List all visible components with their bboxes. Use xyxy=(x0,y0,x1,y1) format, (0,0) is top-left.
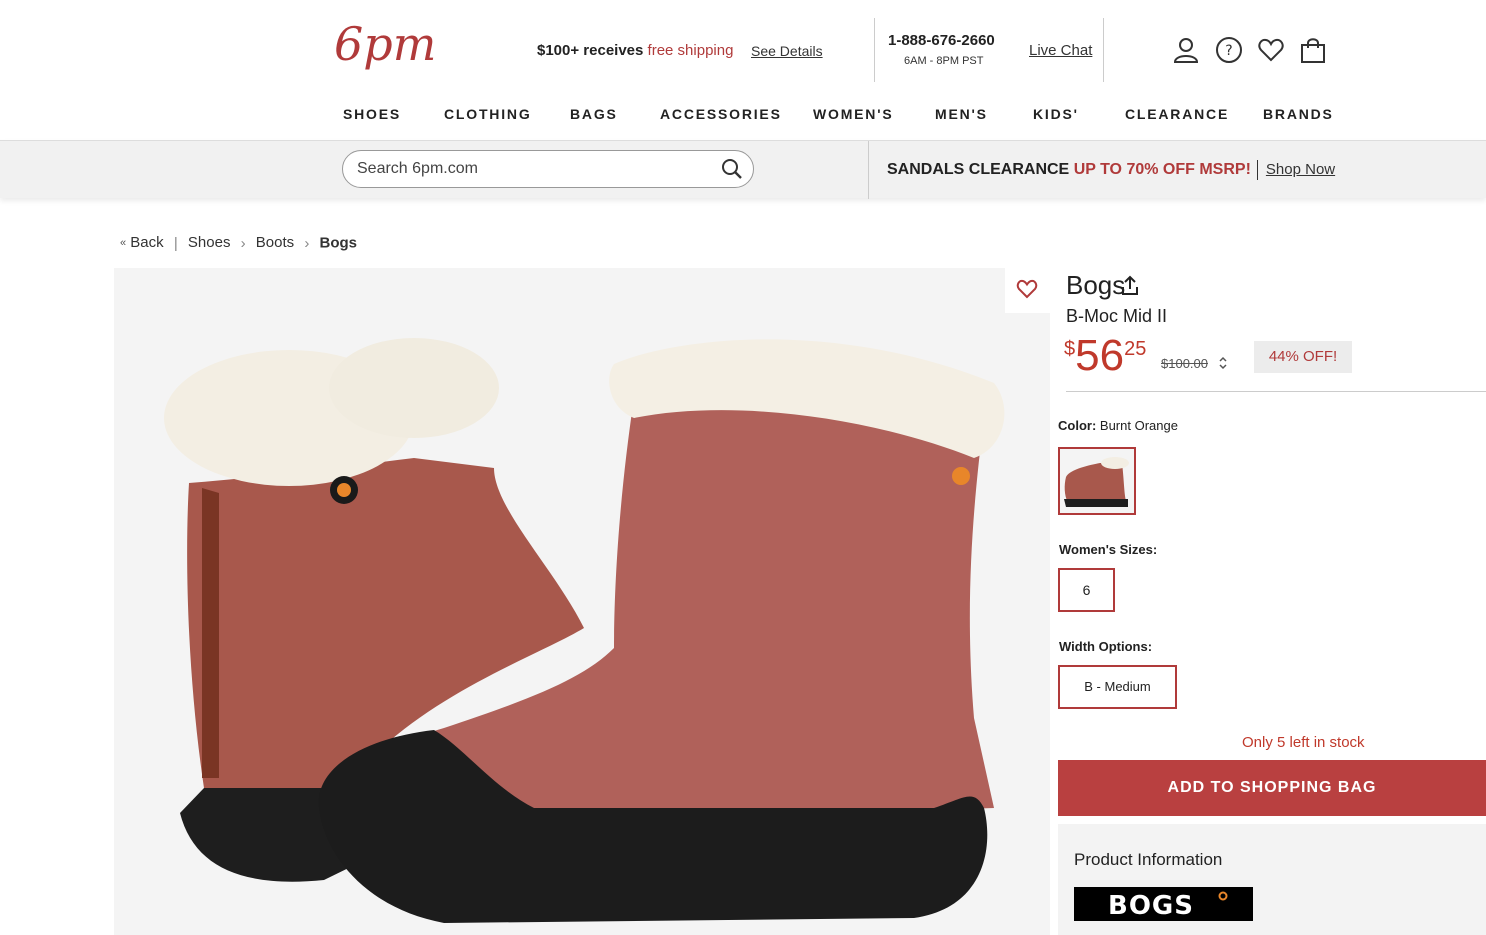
help-icon[interactable]: ? xyxy=(1215,36,1243,64)
breadcrumb-shoes[interactable]: Shoes xyxy=(188,234,231,251)
live-chat-link[interactable]: Live Chat xyxy=(1029,42,1092,59)
product-image[interactable] xyxy=(114,268,1050,935)
nav-brands[interactable]: BRANDS xyxy=(1263,106,1334,122)
price-dollars: 56 xyxy=(1075,331,1125,380)
product-brand[interactable]: Bogs xyxy=(1066,270,1125,301)
promo-label: SANDALS CLEARANCE xyxy=(887,161,1070,179)
swatch-boot-thumbnail xyxy=(1060,449,1134,513)
search-box xyxy=(342,150,754,188)
site-logo[interactable]: 6pm xyxy=(334,16,436,80)
color-label-row: Color: Burnt Orange xyxy=(1058,418,1178,433)
bar-divider xyxy=(868,141,869,199)
back-chevron-icon: « xyxy=(120,237,127,250)
svg-text:?: ? xyxy=(1225,43,1232,59)
add-to-bag-button[interactable]: ADD TO SHOPPING BAG xyxy=(1058,760,1486,816)
chevron-right-icon: › xyxy=(304,234,310,252)
promo-highlight: UP TO 70% OFF MSRP! xyxy=(1073,161,1251,179)
sale-price: $5625 xyxy=(1064,334,1146,378)
price-cents: 25 xyxy=(1124,338,1147,360)
nav-mens[interactable]: MEN'S xyxy=(935,106,988,122)
nav-shoes[interactable]: SHOES xyxy=(343,106,401,122)
color-label: Color: xyxy=(1058,418,1097,433)
size-option-6[interactable]: 6 xyxy=(1058,568,1115,612)
chevron-right-icon: › xyxy=(240,234,246,252)
nav-kids[interactable]: KIDS' xyxy=(1033,106,1079,122)
bag-icon[interactable] xyxy=(1299,36,1327,64)
bogs-logo-text: BOGS xyxy=(1108,891,1194,921)
width-label: Width Options: xyxy=(1059,639,1153,654)
width-option-medium[interactable]: B - Medium xyxy=(1058,665,1177,709)
shipping-threshold: $100+ receives xyxy=(537,42,644,59)
shipping-message: $100+ receives free shipping See Details xyxy=(537,42,823,59)
favorites-icon[interactable] xyxy=(1257,36,1285,64)
original-price: $100.00 xyxy=(1161,356,1208,371)
heart-icon xyxy=(1016,279,1038,299)
nav-bags[interactable]: BAGS xyxy=(570,106,618,122)
product-name: B-Moc Mid II xyxy=(1066,306,1168,326)
breadcrumb-divider: | xyxy=(173,234,178,252)
shop-now-link[interactable]: Shop Now xyxy=(1266,161,1335,178)
header-divider xyxy=(874,18,875,82)
sizes-label: Women's Sizes: xyxy=(1059,542,1158,557)
stock-status: Only 5 left in stock xyxy=(1242,734,1365,751)
promo-banner: SANDALS CLEARANCE UP TO 70% OFF MSRP! Sho… xyxy=(887,160,1335,180)
header-divider xyxy=(1103,18,1104,82)
support-hours: 6AM - 8PM PST xyxy=(904,55,984,67)
bogs-brand-logo[interactable]: BOGS xyxy=(1074,887,1253,921)
product-info-title: Product Information xyxy=(1074,850,1223,869)
nav-accessories[interactable]: ACCESSORIES xyxy=(660,106,782,122)
search-icon[interactable] xyxy=(721,158,743,180)
breadcrumb: « Back | Shoes › Boots › Bogs xyxy=(120,234,357,252)
price-currency: $ xyxy=(1064,338,1076,360)
main-nav: SHOES CLOTHING BAGS ACCESSORIES WOMEN'S … xyxy=(0,106,1486,126)
logo-text: 6pm xyxy=(334,17,436,71)
phone-number[interactable]: 1-888-676-2660 xyxy=(888,32,995,49)
share-icon[interactable] xyxy=(1120,275,1140,297)
price-toggle-icon[interactable] xyxy=(1217,354,1229,372)
account-icon[interactable] xyxy=(1172,36,1200,64)
breadcrumb-back[interactable]: Back xyxy=(130,234,163,251)
color-value: Burnt Orange xyxy=(1099,418,1178,433)
discount-badge: 44% OFF! xyxy=(1254,341,1352,373)
nav-clearance[interactable]: CLEARANCE xyxy=(1125,106,1229,122)
price-divider xyxy=(1066,391,1486,392)
search-promo-bar: SANDALS CLEARANCE UP TO 70% OFF MSRP! Sho… xyxy=(0,140,1486,199)
breadcrumb-boots[interactable]: Boots xyxy=(256,234,294,251)
color-swatch-burnt-orange[interactable] xyxy=(1058,447,1136,515)
product-information-panel: Product Information BOGS xyxy=(1058,824,1486,935)
promo-divider xyxy=(1256,160,1258,180)
see-details-link[interactable]: See Details xyxy=(751,43,823,59)
search-input[interactable] xyxy=(357,159,697,179)
shipping-free-text: free shipping xyxy=(647,42,734,59)
favorite-button[interactable] xyxy=(1005,268,1050,313)
breadcrumb-current: Bogs xyxy=(319,234,358,252)
nav-clothing[interactable]: CLOTHING xyxy=(444,106,532,122)
nav-womens[interactable]: WOMEN'S xyxy=(813,106,893,122)
